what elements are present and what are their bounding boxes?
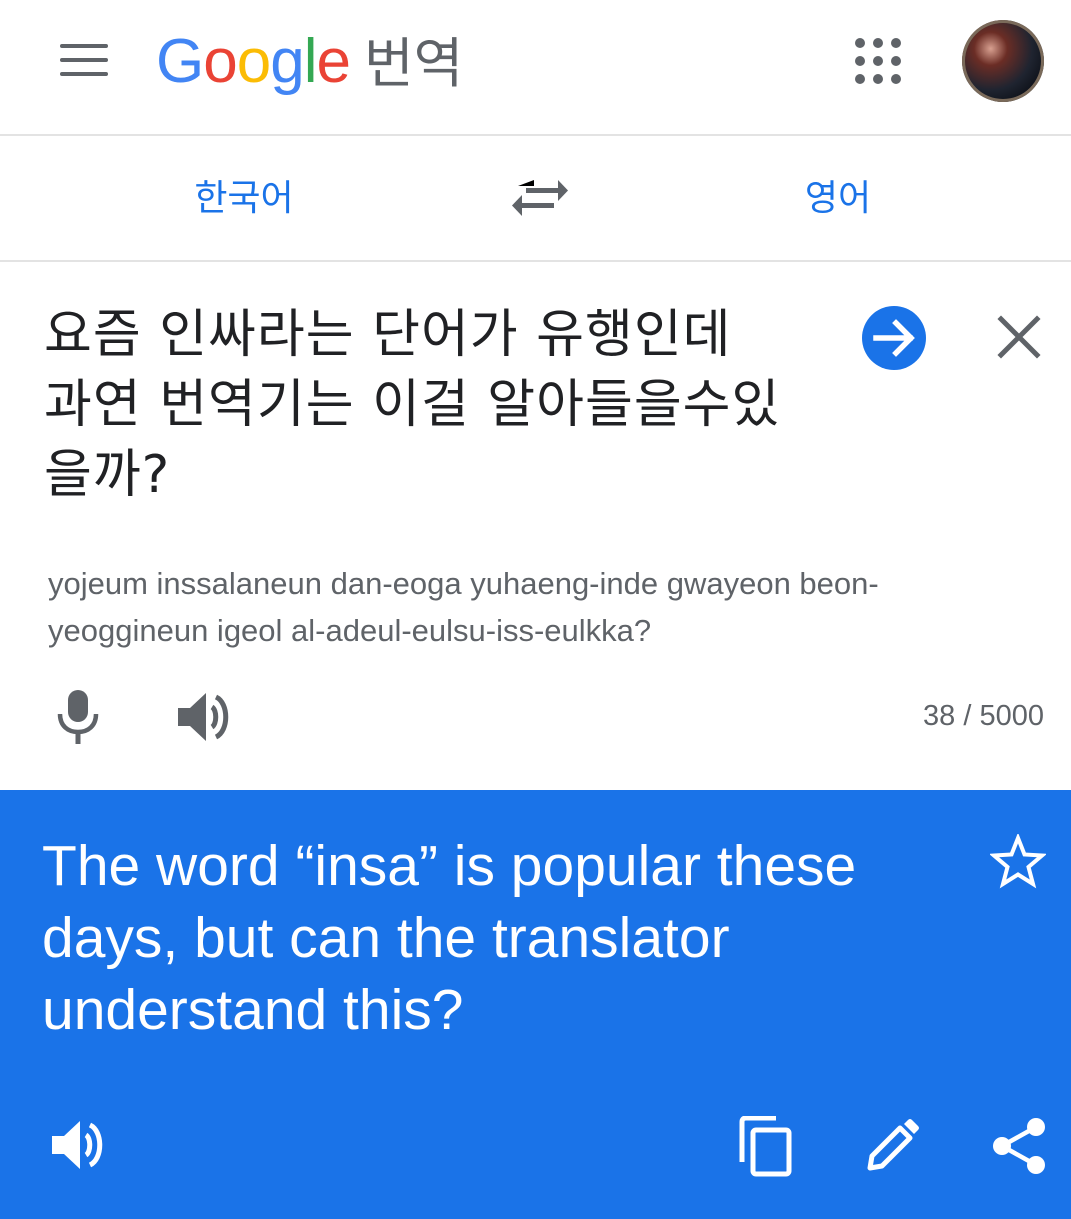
apps-grid-dot <box>891 56 901 66</box>
apps-grid-dot <box>873 38 883 48</box>
logo-letter: o <box>236 27 271 96</box>
apps-grid-icon[interactable] <box>855 38 901 84</box>
apps-grid-dot <box>855 74 865 84</box>
translation-result-card: The word “insa” is popular these days, b… <box>0 790 1071 1219</box>
speaker-icon[interactable] <box>176 690 234 744</box>
logo-suffix: 번역 <box>363 34 464 94</box>
apps-grid-dot <box>855 38 865 48</box>
apps-grid-dot <box>873 56 883 66</box>
pencil-edit-icon[interactable] <box>864 1116 922 1174</box>
microphone-icon[interactable] <box>56 690 100 744</box>
apps-grid-dot <box>855 56 865 66</box>
source-text-input[interactable]: 요즘 인싸라는 단어가 유행인데 과연 번역기는 이걸 알아들을수있 을까? <box>44 300 844 510</box>
translation-text: The word “insa” is popular these days, b… <box>42 830 942 1046</box>
translation-line: The word “insa” is popular these <box>42 834 857 898</box>
romanization-line: yeoggineun igeol al-adeul-eulsu-iss-eulk… <box>48 613 652 648</box>
speaker-icon[interactable] <box>50 1116 108 1174</box>
language-bar: 한국어 영어 <box>0 136 1071 262</box>
apps-grid-dot <box>873 74 883 84</box>
romanization-text: yojeum inssalaneun dan-eoga yuhaeng-inde… <box>48 560 1028 654</box>
source-text-line: 과연 번역기는 이걸 알아들을수있 <box>44 375 781 435</box>
logo-letter: l <box>303 27 318 96</box>
translation-line: understand this? <box>42 978 464 1042</box>
close-icon[interactable] <box>996 314 1042 360</box>
star-icon[interactable] <box>990 834 1046 890</box>
profile-avatar[interactable] <box>962 20 1044 102</box>
app-logo: G o o g l e 번역 <box>156 22 463 102</box>
apps-grid-dot <box>891 74 901 84</box>
logo-letter: o <box>203 27 237 96</box>
copy-icon[interactable] <box>736 1116 796 1178</box>
share-icon[interactable] <box>990 1116 1048 1176</box>
logo-letter: G <box>156 27 204 96</box>
logo-letter: g <box>270 27 304 96</box>
swap-arrows-icon[interactable] <box>512 176 568 220</box>
romanization-line: yojeum inssalaneun dan-eoga yuhaeng-inde… <box>48 566 879 601</box>
translation-line: days, but can the translator <box>42 906 730 970</box>
logo-letter: e <box>316 27 350 96</box>
app-header: G o o g l e 번역 <box>0 0 1071 136</box>
source-language-button[interactable]: 한국어 <box>144 136 344 260</box>
target-language-button[interactable]: 영어 <box>738 136 938 260</box>
hamburger-menu-icon[interactable] <box>56 40 112 80</box>
character-count: 38 / 5000 <box>923 700 1044 732</box>
source-text-line: 요즘 인싸라는 단어가 유행인데 <box>44 305 732 365</box>
source-text-line: 을까? <box>44 445 171 505</box>
apps-grid-dot <box>891 38 901 48</box>
translate-arrow-icon[interactable] <box>862 306 926 370</box>
